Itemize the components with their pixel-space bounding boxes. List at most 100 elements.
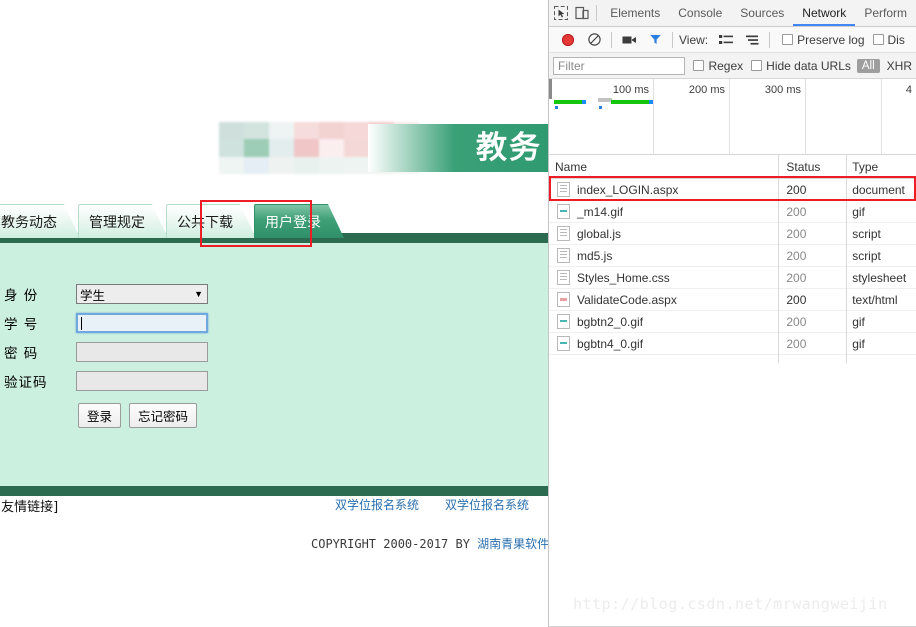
identity-select-value: 学生 bbox=[80, 288, 106, 303]
mosaic-cell bbox=[244, 122, 269, 140]
identity-label: 身 份 bbox=[4, 288, 39, 304]
waterfall-bar bbox=[554, 100, 582, 104]
hide-data-urls-checkbox[interactable]: Hide data URLs bbox=[751, 59, 851, 73]
mosaic-cell bbox=[344, 156, 369, 174]
login-button[interactable]: 登录 bbox=[78, 403, 122, 428]
document-file-icon bbox=[557, 248, 570, 263]
mosaic-cell bbox=[219, 122, 244, 140]
image-file-icon bbox=[557, 204, 570, 219]
table-row[interactable]: bgbtn4_0.gif 200 gif bbox=[549, 333, 916, 355]
table-row[interactable]: Styles_Home.css 200 stylesheet bbox=[549, 267, 916, 289]
table-row[interactable]: _m14.gif 200 gif bbox=[549, 201, 916, 223]
document-file-icon bbox=[557, 270, 570, 285]
student-id-row: 学 号 bbox=[4, 310, 208, 336]
cell-type: stylesheet bbox=[852, 270, 907, 285]
identity-select[interactable]: 学生 ▼ bbox=[76, 284, 208, 304]
resource-filter-xhr[interactable]: XHR bbox=[887, 59, 912, 73]
table-row[interactable]: index_LOGIN.aspx 200 document bbox=[549, 179, 916, 201]
list-view-icon[interactable] bbox=[713, 28, 739, 52]
tab-performance[interactable]: Perform bbox=[855, 0, 916, 26]
table-row[interactable]: md5.js 200 script bbox=[549, 245, 916, 267]
toolbar-separator-4 bbox=[769, 31, 771, 48]
footer-link-dual-degree-2[interactable]: 双学位报名系统 bbox=[445, 496, 529, 513]
tab-console[interactable]: Console bbox=[669, 0, 731, 26]
device-toolbar-icon[interactable] bbox=[572, 1, 593, 25]
table-row[interactable]: global.js 200 script bbox=[549, 223, 916, 245]
tab-network[interactable]: Network bbox=[793, 0, 855, 26]
cell-name: global.js bbox=[549, 226, 778, 241]
request-name-text: ValidateCode.aspx bbox=[577, 292, 677, 307]
tab-elements[interactable]: Elements bbox=[601, 0, 669, 26]
timeline-tick-200ms: 200 ms bbox=[688, 84, 725, 96]
tab-sources[interactable]: Sources bbox=[731, 0, 793, 26]
cell-name: Styles_Home.css bbox=[549, 270, 778, 285]
mosaic-cell bbox=[269, 156, 294, 174]
network-filterbar: Filter Regex Hide data URLs All XHR bbox=[549, 53, 916, 79]
captcha-row: 验证码 bbox=[4, 368, 208, 394]
resource-filter-all[interactable]: All bbox=[856, 58, 880, 73]
mosaic-cell bbox=[244, 139, 269, 157]
text-cursor bbox=[81, 316, 82, 330]
cell-type: gif bbox=[852, 336, 865, 351]
cell-name: md5.js bbox=[549, 248, 778, 263]
timeline-left-marker bbox=[549, 79, 552, 99]
filter-input[interactable]: Filter bbox=[553, 56, 686, 75]
mosaic-cell bbox=[219, 156, 244, 174]
student-id-input[interactable] bbox=[76, 313, 208, 333]
request-name-text: bgbtn2_0.gif bbox=[577, 314, 644, 329]
request-name-text: global.js bbox=[577, 226, 622, 241]
table-row[interactable]: bgbtn2_0.gif 200 gif bbox=[549, 311, 916, 333]
mosaic-cell bbox=[344, 139, 369, 157]
password-input[interactable] bbox=[76, 342, 208, 362]
cell-name: ValidateCode.aspx bbox=[549, 292, 778, 307]
nav-tab-regulations[interactable]: 管理规定 bbox=[78, 204, 168, 238]
mosaic-cell bbox=[294, 139, 319, 157]
mosaic-cell bbox=[269, 139, 294, 157]
timeline-tick-100ms: 100 ms bbox=[612, 84, 649, 96]
network-timeline-overview[interactable]: 100 ms 200 ms 300 ms 4 bbox=[549, 79, 916, 155]
forgot-password-button[interactable]: 忘记密码 bbox=[129, 403, 198, 428]
timeline-tick-400ms: 4 bbox=[905, 84, 912, 96]
table-row[interactable]: ValidateCode.aspx 200 text/html bbox=[549, 289, 916, 311]
footer-link-dual-degree-1[interactable]: 双学位报名系统 bbox=[335, 496, 419, 513]
filter-icon[interactable] bbox=[642, 28, 668, 52]
cell-type: gif bbox=[852, 314, 865, 329]
record-button-icon[interactable] bbox=[555, 28, 581, 52]
checkbox-box bbox=[782, 34, 794, 45]
column-divider[interactable] bbox=[846, 155, 847, 363]
password-row: 密 码 bbox=[4, 339, 208, 365]
column-header-name[interactable]: Name bbox=[549, 160, 778, 174]
toolbar-separator-3 bbox=[672, 31, 673, 48]
capture-screenshots-icon[interactable] bbox=[616, 28, 642, 52]
mosaic-cell bbox=[344, 122, 369, 140]
regex-checkbox[interactable]: Regex bbox=[693, 59, 743, 73]
waterfall-marker-dot bbox=[555, 106, 558, 109]
nav-tab-user-login[interactable]: 用户登录 bbox=[254, 204, 344, 238]
preserve-log-checkbox[interactable]: Preserve log bbox=[782, 33, 865, 47]
cell-status: 200 bbox=[786, 314, 807, 329]
cell-type: script bbox=[852, 226, 881, 241]
chevron-down-icon: ▼ bbox=[194, 289, 203, 299]
disable-cache-checkbox[interactable]: Dis bbox=[872, 33, 905, 47]
captcha-input[interactable] bbox=[76, 371, 208, 391]
network-toolbar: View: Preserve log Dis bbox=[549, 27, 916, 53]
column-divider[interactable] bbox=[778, 155, 779, 363]
checkbox-box bbox=[751, 60, 763, 71]
captcha-label: 验证码 bbox=[4, 375, 48, 391]
mosaic-cell bbox=[294, 122, 319, 140]
waterfall-bar-tip bbox=[649, 100, 653, 104]
column-header-status[interactable]: Status bbox=[778, 160, 846, 174]
document-file-icon bbox=[557, 182, 570, 197]
inspect-element-icon[interactable] bbox=[551, 1, 572, 25]
request-name-text: md5.js bbox=[577, 248, 613, 263]
nav-tab-downloads[interactable]: 公共下载 bbox=[166, 204, 256, 238]
waterfall-view-icon[interactable] bbox=[739, 28, 765, 52]
mosaic-cell bbox=[294, 156, 319, 174]
clear-icon[interactable] bbox=[581, 28, 607, 52]
cell-name: bgbtn4_0.gif bbox=[549, 336, 778, 351]
mosaic-cell bbox=[319, 122, 344, 140]
waterfall-bar-wait bbox=[598, 98, 612, 102]
mosaic-cell bbox=[269, 122, 294, 140]
nav-tab-news[interactable]: 教务动态 bbox=[0, 204, 80, 238]
column-header-type[interactable]: Type bbox=[846, 160, 916, 174]
